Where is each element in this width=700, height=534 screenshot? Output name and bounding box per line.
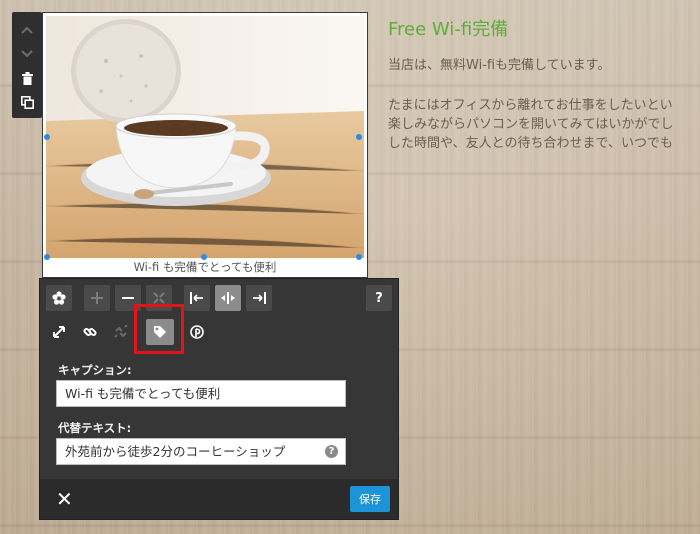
resize-handle[interactable] (44, 134, 50, 140)
trash-icon[interactable] (12, 66, 42, 90)
copy-icon[interactable] (12, 90, 42, 114)
plus-icon[interactable] (84, 285, 110, 311)
caption-input[interactable]: Wi-fi も完備でとっても便利 (56, 380, 346, 407)
align-center-icon[interactable] (215, 285, 241, 311)
article-lead: 当店は、無料Wi-fiも完備しています。 (388, 58, 611, 73)
coffee-photo (46, 16, 364, 258)
align-right-icon[interactable] (246, 285, 272, 311)
align-left-icon[interactable] (184, 285, 210, 311)
image-settings-panel: ? キャプション: Wi-fi も完備でとっても便利 代替テキスト: 外苑前から… (39, 278, 399, 520)
alt-text-value: 外苑前から徒歩2分のコーヒーショップ (65, 444, 286, 459)
article-body-line: した時間や、友人との待ち合わせまで、いつでも (388, 136, 673, 151)
image-caption: Wi-fi も完備でとっても便利 (133, 260, 277, 274)
panel-footer: ✕ 保存 (40, 479, 398, 519)
article: Free Wi-fi完備 当店は、無料Wi-fiも完備しています。 たまにはオフ… (388, 18, 700, 174)
pinterest-icon[interactable] (184, 319, 210, 345)
article-title: Free Wi-fi完備 (388, 19, 509, 40)
help-button[interactable]: ? (366, 285, 392, 311)
article-body: たまにはオフィスから離れてお仕事をしたいとい 楽しみながらパソコンを開いてみては… (388, 96, 700, 153)
block-toolbar (12, 12, 42, 118)
article-body-line: たまにはオフィスから離れてお仕事をしたいとい (388, 98, 673, 113)
close-icon[interactable]: ✕ (56, 487, 73, 511)
caption-label: キャプション: (58, 363, 132, 377)
resize-handle[interactable] (356, 134, 362, 140)
link-icon[interactable] (77, 319, 103, 345)
alt-text-input[interactable]: 外苑前から徒歩2分のコーヒーショップ ? (56, 438, 346, 465)
chevron-down-icon[interactable] (12, 42, 42, 66)
resize-icon[interactable] (46, 319, 72, 345)
alt-text-label: 代替テキスト: (58, 421, 132, 435)
resize-handle[interactable] (201, 254, 207, 260)
resize-handle[interactable] (356, 254, 362, 260)
article-body-line: 楽しみながらパソコンを開いてみてはいかがでし (388, 117, 674, 132)
highlight-box (134, 304, 184, 354)
image-block[interactable]: Wi-fi も完備でとっても便利 (42, 12, 368, 278)
unlink-icon[interactable] (108, 319, 134, 345)
flower-icon[interactable] (46, 285, 72, 311)
alt-help-icon[interactable]: ? (325, 445, 338, 458)
save-button[interactable]: 保存 (350, 486, 390, 512)
resize-handle[interactable] (44, 254, 50, 260)
chevron-up-icon[interactable] (12, 18, 42, 42)
